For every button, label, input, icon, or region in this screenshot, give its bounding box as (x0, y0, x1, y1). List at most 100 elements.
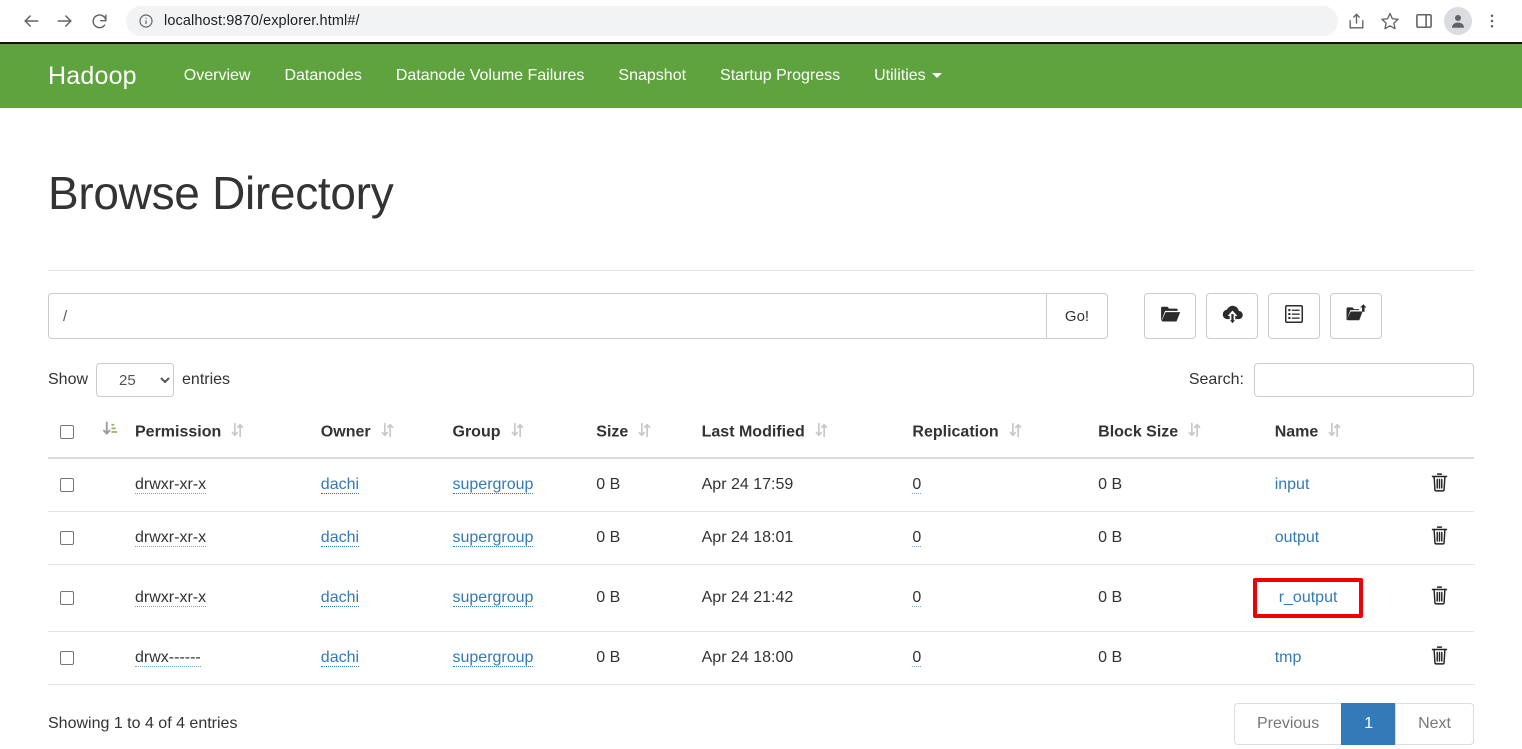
nav-item-datanodes[interactable]: Datanodes (267, 67, 378, 85)
table-row: drwxr-xr-xdachisupergroup0 BApr 24 18:01… (48, 512, 1474, 565)
nav-item-overview[interactable]: Overview (167, 67, 268, 85)
search-label: Search: (1189, 371, 1244, 389)
permission-value[interactable]: drwxr-xr-x (135, 476, 206, 494)
pagination-page-1[interactable]: 1 (1341, 703, 1395, 745)
trash-icon[interactable] (1430, 653, 1449, 670)
sort-both-icon (381, 422, 394, 443)
back-arrow-icon[interactable] (14, 4, 48, 38)
th-permission[interactable]: Permission (127, 411, 313, 458)
cell-last-modified: Apr 24 17:59 (694, 458, 905, 512)
sort-both-icon (1009, 422, 1022, 443)
row-checkbox[interactable] (60, 478, 74, 492)
permission-value[interactable]: drwxr-xr-x (135, 589, 206, 607)
row-select-cell[interactable] (48, 458, 85, 512)
owner-value[interactable]: dachi (321, 589, 359, 607)
row-checkbox[interactable] (60, 591, 74, 605)
group-value[interactable]: supergroup (453, 529, 534, 547)
side-panel-icon[interactable] (1408, 5, 1440, 37)
cut-paste-button[interactable] (1330, 293, 1382, 339)
row-select-cell[interactable] (48, 632, 85, 685)
sort-both-icon (1188, 422, 1201, 443)
permission-value[interactable]: drwxr-xr-x (135, 529, 206, 547)
row-checkbox[interactable] (60, 651, 74, 665)
go-button[interactable]: Go! (1046, 293, 1108, 339)
nav-item-snapshot[interactable]: Snapshot (601, 67, 703, 85)
path-input[interactable] (48, 293, 1046, 339)
pagination-previous[interactable]: Previous (1234, 703, 1341, 745)
pagination-next[interactable]: Next (1395, 703, 1474, 745)
group-value[interactable]: supergroup (453, 476, 534, 494)
th-permission-label: Permission (135, 423, 221, 440)
brand-hadoop[interactable]: Hadoop (48, 62, 137, 91)
replication-value[interactable]: 0 (912, 476, 921, 494)
nav-item-datanode-volume-failures[interactable]: Datanode Volume Failures (379, 67, 602, 85)
address-bar[interactable]: localhost:9870/explorer.html#/ (126, 6, 1338, 36)
sort-both-icon (231, 422, 244, 443)
owner-value[interactable]: dachi (321, 529, 359, 547)
th-group-label: Group (453, 423, 501, 440)
table-row: drwxr-xr-xdachisupergroup0 BApr 24 21:42… (48, 565, 1474, 632)
cell-owner: dachi (313, 565, 445, 632)
file-name-link[interactable]: output (1275, 529, 1319, 546)
title-divider (48, 270, 1474, 271)
permission-value[interactable]: drwx------ (135, 649, 201, 667)
trash-icon[interactable] (1430, 480, 1449, 497)
owner-value[interactable]: dachi (321, 649, 359, 667)
browser-toolbar: localhost:9870/explorer.html#/ (0, 0, 1522, 44)
page-length-select[interactable]: 25 (96, 363, 174, 397)
search-input[interactable] (1254, 363, 1474, 397)
row-select-cell[interactable] (48, 512, 85, 565)
th-last-modified[interactable]: Last Modified (694, 411, 905, 458)
row-select-cell[interactable] (48, 565, 85, 632)
datatable-footer: Showing 1 to 4 of 4 entries Previous 1 N… (48, 703, 1474, 745)
cell-delete (1422, 512, 1474, 565)
sort-both-icon (511, 422, 524, 443)
profile-avatar-icon[interactable] (1444, 7, 1472, 35)
file-name-link[interactable]: input (1275, 476, 1310, 493)
row-checkbox[interactable] (60, 531, 74, 545)
replication-value[interactable]: 0 (912, 589, 921, 607)
sort-both-icon (815, 422, 828, 443)
star-icon[interactable] (1374, 5, 1406, 37)
info-circle-icon[interactable] (138, 13, 154, 29)
trash-icon[interactable] (1430, 533, 1449, 550)
th-size[interactable]: Size (588, 411, 693, 458)
owner-value[interactable]: dachi (321, 476, 359, 494)
directory-table: Permission Owner Group Size Last Modifie… (48, 411, 1474, 685)
th-owner[interactable]: Owner (313, 411, 445, 458)
th-replication-label: Replication (912, 423, 998, 440)
share-icon[interactable] (1340, 5, 1372, 37)
nav-item-startup-progress[interactable]: Startup Progress (703, 67, 857, 85)
replication-value[interactable]: 0 (912, 529, 921, 547)
cell-permission: drwx------ (127, 632, 313, 685)
upload-files-button[interactable] (1206, 293, 1258, 339)
th-row-sort[interactable] (85, 411, 127, 458)
th-replication[interactable]: Replication (904, 411, 1090, 458)
cell-block-size: 0 B (1090, 458, 1267, 512)
group-value[interactable]: supergroup (453, 649, 534, 667)
entries-info: Showing 1 to 4 of 4 entries (48, 715, 237, 733)
directory-tool-buttons (1144, 293, 1382, 339)
th-select-all[interactable] (48, 411, 85, 458)
cell-block-size: 0 B (1090, 632, 1267, 685)
sort-both-icon (638, 422, 651, 443)
group-value[interactable]: supergroup (453, 589, 534, 607)
open-folder-icon (1159, 302, 1182, 330)
nav-item-utilities[interactable]: Utilities (857, 67, 959, 85)
create-directory-button[interactable] (1144, 293, 1196, 339)
replication-value[interactable]: 0 (912, 649, 921, 667)
th-block-size[interactable]: Block Size (1090, 411, 1267, 458)
trash-icon[interactable] (1430, 593, 1449, 610)
row-spacer-cell (85, 565, 127, 632)
th-group[interactable]: Group (445, 411, 589, 458)
three-dots-menu-icon[interactable] (1476, 5, 1508, 37)
reload-icon[interactable] (82, 4, 116, 38)
th-name[interactable]: Name (1267, 411, 1422, 458)
select-all-checkbox[interactable] (60, 425, 74, 439)
forward-arrow-icon[interactable] (48, 4, 82, 38)
file-name-link[interactable]: tmp (1275, 649, 1302, 666)
set-permissions-button[interactable] (1268, 293, 1320, 339)
cell-last-modified: Apr 24 18:00 (694, 632, 905, 685)
search-control: Search: (1189, 363, 1474, 397)
file-name-link[interactable]: r_output (1279, 589, 1338, 606)
